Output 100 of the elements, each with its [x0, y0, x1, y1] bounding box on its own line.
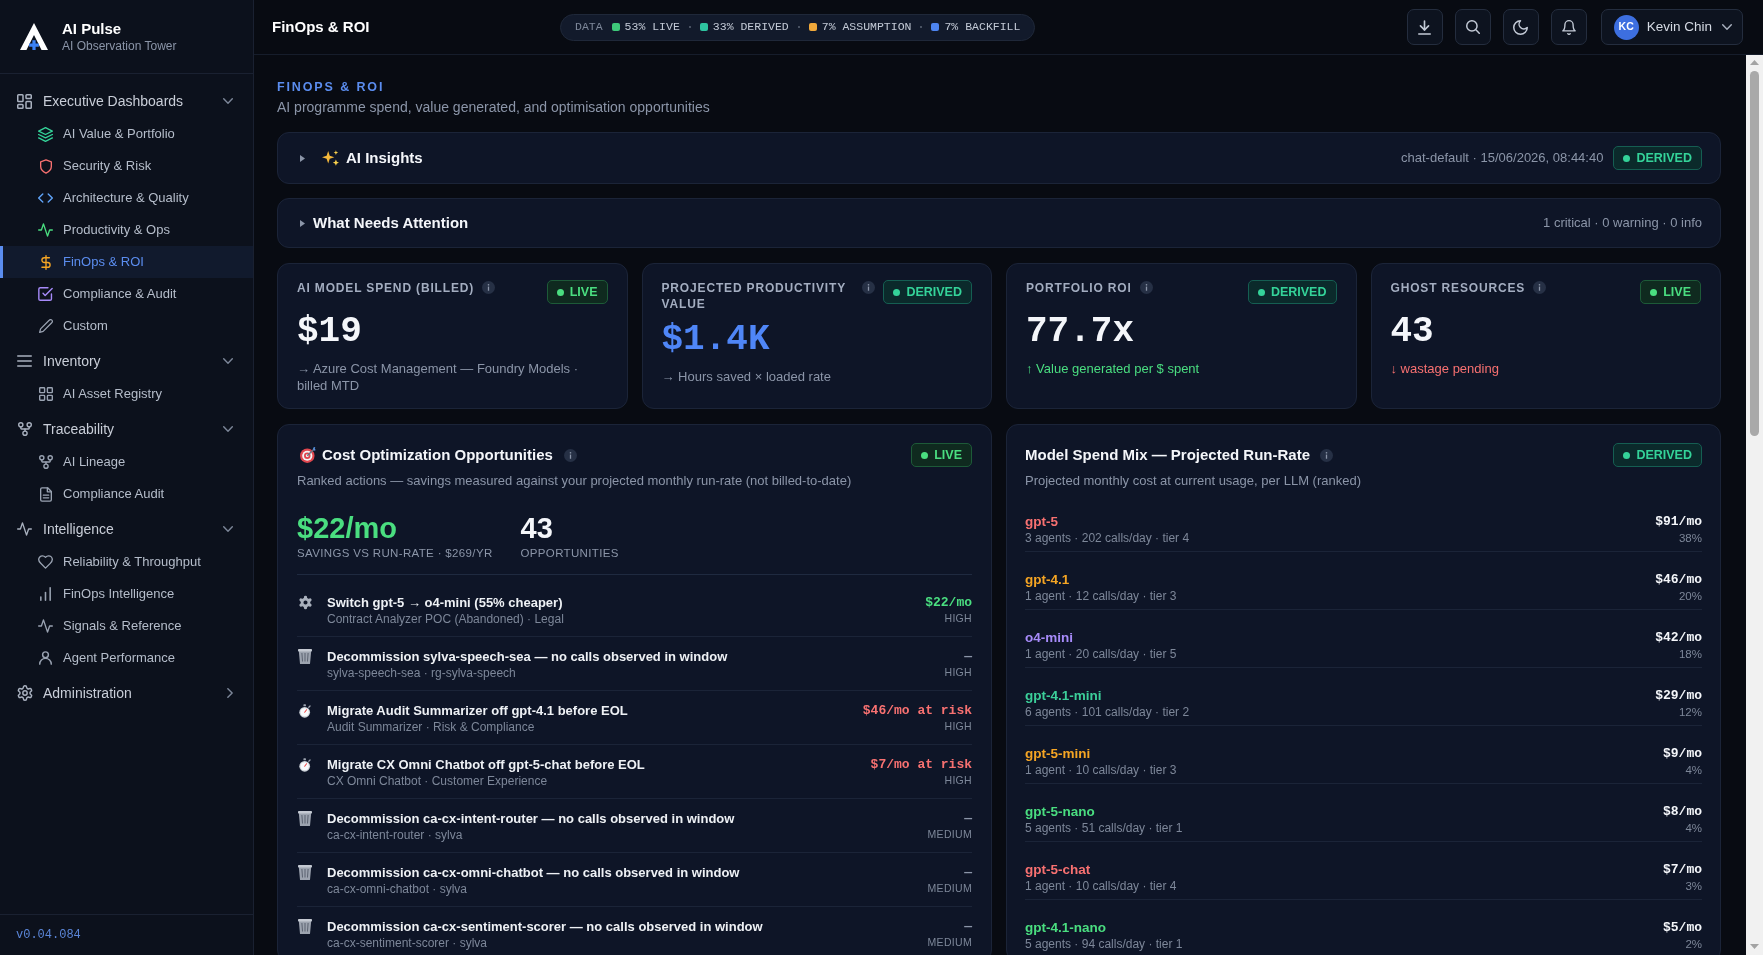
page-subtitle: AI programme spend, value generated, and optimisation opportunities: [277, 98, 711, 116]
model-name: gpt-5-chat: [1025, 861, 1092, 878]
panel-title[interactable]: AI Insights: [346, 146, 423, 170]
panel-meta: chat-default · 15/06/2026, 08:44:40: [1401, 149, 1604, 168]
opportunity-detail: ca-cx-intent-router · sylva: [327, 827, 464, 843]
pulse-icon: [38, 619, 53, 633]
nav-item[interactable]: Compliance & Audit: [0, 278, 253, 310]
nav-group-button[interactable]: Executive Dashboards: [0, 84, 253, 118]
info-icon[interactable]: [563, 448, 577, 462]
collapsible-panel[interactable]: What Needs Attention 1 critical · 0 warning · 0 info: [277, 198, 1721, 248]
bar-chart-icon: [40, 587, 51, 601]
model-usage: 6 agents · 101 calls/day · tier 2: [1025, 704, 1191, 720]
nav-item[interactable]: Architecture & Quality: [0, 182, 253, 214]
nav-group-button[interactable]: Administration: [0, 676, 253, 710]
fork-icon: [38, 455, 53, 469]
user-menu-button[interactable]: KC Kevin Chin: [1600, 9, 1743, 45]
model-cost: $5/mo: [1663, 919, 1702, 936]
info-icon[interactable]: [1320, 448, 1334, 462]
savings-amount: —: [964, 918, 972, 935]
info-icon[interactable]: [1533, 281, 1547, 294]
model-cost: $91/mo: [1655, 513, 1702, 530]
theme-button[interactable]: [1502, 9, 1539, 45]
moon-icon: [1513, 19, 1529, 35]
nav-item[interactable]: FinOps Intelligence: [0, 578, 253, 610]
opportunity-title: Decommission ca-cx-sentiment-scorer — no calls observed in window: [327, 918, 764, 935]
nav-item[interactable]: AI Lineage: [0, 446, 253, 478]
kpi-value: $19: [297, 312, 363, 352]
model-usage: 3 agents · 202 calls/day · tier 4: [1025, 530, 1191, 546]
data-mix-label: DATA: [575, 19, 603, 36]
status-text: DERIVED: [1636, 151, 1692, 165]
data-mix-value: 7% BACKFILL: [944, 19, 1021, 36]
kpi-label: AI MODEL SPEND (BILLED): [297, 280, 475, 296]
trash-icon: [298, 811, 312, 826]
nav-group-button[interactable]: Intelligence: [0, 512, 253, 546]
kpi-note: → Hours saved × loaded rate: [661, 368, 832, 385]
kpi-label: GHOST RESOURCES: [1390, 280, 1526, 296]
search-button[interactable]: [1454, 9, 1491, 45]
kpi-value: $1.4K: [661, 320, 771, 360]
data-mix-value: 7% ASSUMPTION: [821, 19, 912, 36]
download-icon: [1418, 19, 1432, 35]
collapsible-panel[interactable]: AI Insights chat-default · 15/06/2026, 08:44:40 DERIVED: [277, 132, 1721, 184]
target-icon: [300, 447, 316, 463]
savings-amount: $46/mo at risk: [862, 702, 972, 719]
kpi-note: → Azure Cost Management — Foundry Models · billed MTD: [297, 360, 580, 394]
section-eyebrow: FINOPS & ROI: [277, 80, 386, 95]
nav-item[interactable]: AI Value & Portfolio: [0, 118, 253, 150]
status-text: LIVE: [934, 448, 962, 462]
kpi-label: PORTFOLIO ROI: [1026, 280, 1132, 296]
model-share: 4%: [1685, 821, 1702, 836]
stat-value: 43: [520, 511, 554, 545]
nav-item[interactable]: AI Asset Registry: [0, 378, 253, 410]
opportunity-detail: Audit Summarizer · Risk & Compliance: [327, 719, 536, 735]
pulse-icon: [38, 223, 53, 237]
scrollbar[interactable]: [1746, 55, 1763, 955]
panel-title[interactable]: What Needs Attention: [313, 211, 469, 235]
model-name: gpt-4.1-mini: [1025, 687, 1103, 704]
trash-icon: [298, 865, 312, 880]
kpi-note: ↑ Value generated per $ spent: [1026, 360, 1201, 377]
model-name: gpt-5-nano: [1025, 803, 1096, 820]
nav-item[interactable]: Security & Risk: [0, 150, 253, 182]
nav-group-button[interactable]: Traceability: [0, 412, 253, 446]
scrollbar-thumb[interactable]: [1750, 71, 1759, 436]
notifications-button[interactable]: [1550, 9, 1587, 45]
opportunity-title: Decommission sylva-speech-sea — no calls observed in window: [327, 648, 729, 665]
model-cost: $46/mo: [1655, 571, 1702, 588]
info-icon[interactable]: [862, 281, 876, 294]
opportunity-title: Migrate CX Omni Chatbot off gpt-5-chat before EOL: [327, 756, 646, 773]
data-mix-value: 53% LIVE: [624, 19, 680, 36]
logo-icon: [20, 23, 48, 50]
model-share: 18%: [1678, 647, 1702, 662]
nav-item[interactable]: Compliance Audit: [0, 478, 253, 510]
status-text: DERIVED: [1636, 448, 1692, 462]
savings-amount: $7/mo at risk: [870, 756, 972, 773]
priority-label: HIGH: [944, 773, 972, 787]
info-icon[interactable]: [1139, 281, 1153, 294]
nav-group-button[interactable]: Inventory: [0, 344, 253, 378]
gear-icon: [297, 595, 313, 610]
kpi-value: 43: [1390, 312, 1435, 352]
savings-amount: $22/mo: [925, 594, 972, 611]
model-name: gpt-4.1-nano: [1025, 919, 1107, 936]
nav-item[interactable]: Agent Performance: [0, 642, 253, 674]
model-cost: $8/mo: [1663, 803, 1702, 820]
opportunity-title: Switch gpt-5 → o4-mini (55% cheaper): [327, 594, 564, 611]
info-icon[interactable]: [482, 281, 496, 294]
panel-title: Model Spend Mix — Projected Run-Rate: [1025, 444, 1311, 465]
document-icon: [39, 486, 52, 502]
status-text: DERIVED: [1270, 285, 1327, 299]
download-button[interactable]: [1406, 9, 1443, 45]
opportunity-title: Decommission ca-cx-intent-router — no calls observed in window: [327, 810, 736, 827]
model-share: 3%: [1685, 879, 1702, 894]
status-text: DERIVED: [906, 285, 962, 299]
nav-item[interactable]: FinOps & ROI: [0, 246, 253, 278]
nav-item[interactable]: Reliability & Throughput: [0, 546, 253, 578]
nav-item[interactable]: Productivity & Ops: [0, 214, 253, 246]
status-text: LIVE: [1663, 285, 1691, 299]
kpi-label: PROJECTED PRODUCTIVITY VALUE: [661, 280, 847, 312]
nav-item[interactable]: Custom: [0, 310, 253, 342]
model-share: 38%: [1678, 531, 1702, 546]
model-usage: 1 agent · 12 calls/day · tier 3: [1025, 588, 1178, 604]
nav-item[interactable]: Signals & Reference: [0, 610, 253, 642]
